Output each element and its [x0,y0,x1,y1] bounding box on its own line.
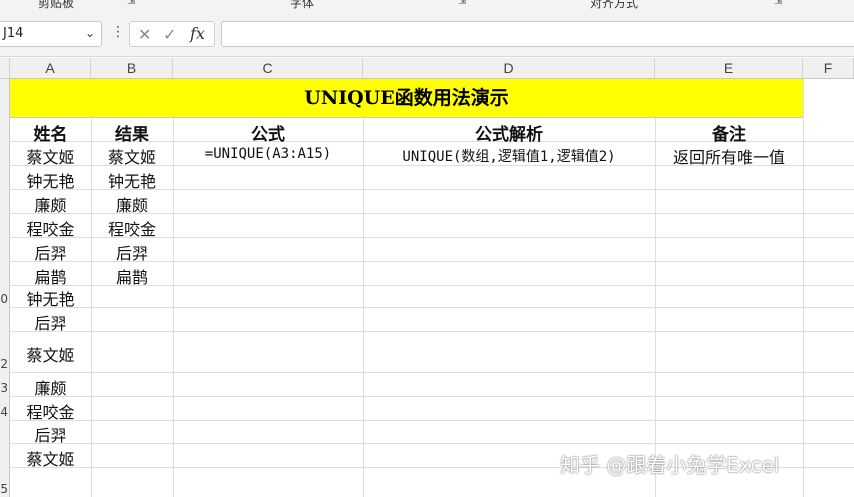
name-box-value: J14 [3,26,24,41]
ribbon: 剪贴板 ⇲ 字体 ⇲ 对齐方式 ⇲ [0,0,854,15]
gridline [10,420,854,421]
close-icon[interactable]: ✕ [138,25,151,44]
header-formula[interactable]: 公式 [173,120,363,145]
header-note[interactable]: 备注 [655,120,803,145]
more-options-icon[interactable]: ⋮ [111,24,125,40]
column-header-d[interactable]: D [363,58,655,79]
chevron-down-icon[interactable]: ⌄ [85,26,95,40]
gridline [10,307,854,308]
clipboard-launcher-icon[interactable]: ⇲ [127,0,135,7]
ribbon-group-font: 字体 [290,0,315,10]
row-header[interactable] [0,165,10,189]
gridline [10,117,803,118]
name-cell[interactable]: 钟无艳 [10,168,91,192]
name-cell[interactable]: 扁鹊 [10,264,91,288]
name-cell[interactable]: 蔡文姬 [10,446,91,470]
gridline [10,443,854,444]
name-cell[interactable]: 蔡文姬 [10,342,91,366]
gridline [10,396,854,397]
column-header-e[interactable]: E [655,58,803,79]
name-cell[interactable]: 廉颇 [10,192,91,216]
formula-cell[interactable]: =UNIQUE(A3:A15) [173,146,363,162]
row-header[interactable] [0,117,10,141]
result-cell[interactable]: 后羿 [91,240,173,264]
name-box[interactable]: J14 ⌄ [0,21,102,47]
header-analysis[interactable]: 公式解析 [363,120,655,145]
formula-buttons: ✕ ✓ fx [129,21,215,47]
name-cell[interactable]: 后羿 [10,310,91,334]
name-cell[interactable]: 后羿 [10,240,91,264]
name-cell[interactable]: 程咬金 [10,399,91,423]
name-cell[interactable]: 后羿 [10,422,91,446]
note-cell[interactable]: 返回所有唯一值 [655,144,803,168]
name-cell[interactable]: 蔡文姬 [10,144,91,168]
analysis-cell[interactable]: UNIQUE(数组,逻辑值1,逻辑值2) [363,146,655,166]
insert-function-button[interactable]: fx [190,24,205,43]
row-header[interactable]: 4 [0,396,10,420]
name-cell[interactable]: 程咬金 [10,216,91,240]
row-header[interactable] [0,79,10,117]
row-header[interactable] [0,307,10,331]
header-name[interactable]: 姓名 [10,120,91,145]
row-header[interactable]: 2 [0,331,10,372]
name-cell[interactable]: 廉颇 [10,375,91,399]
row-header[interactable]: 3 [0,372,10,396]
column-header-c[interactable]: C [173,58,363,79]
watermark: 知乎 @跟着小兔学Excel [560,453,780,477]
row-header[interactable] [0,213,10,237]
check-icon[interactable]: ✓ [163,25,176,44]
row-header[interactable] [0,237,10,261]
header-result[interactable]: 结果 [91,120,173,145]
gridline [10,372,854,373]
result-cell[interactable]: 扁鹊 [91,264,173,288]
column-header-a[interactable]: A [10,58,91,79]
row-header[interactable] [0,141,10,165]
column-header-b[interactable]: B [91,58,173,79]
result-cell[interactable]: 蔡文姬 [91,144,173,168]
row-header[interactable] [0,261,10,285]
result-cell[interactable]: 廉颇 [91,192,173,216]
result-cell[interactable]: 钟无艳 [91,168,173,192]
row-header[interactable]: 5 [0,420,10,497]
row-header[interactable] [0,189,10,213]
result-cell[interactable]: 程咬金 [91,216,173,240]
font-launcher-icon[interactable]: ⇲ [458,0,466,7]
row-header[interactable]: 0 [0,285,10,307]
ribbon-group-alignment: 对齐方式 [590,0,639,10]
formula-bar: J14 ⌄ ⋮ ✕ ✓ fx [0,14,854,57]
alignment-launcher-icon[interactable]: ⇲ [774,0,782,7]
column-header-f[interactable]: F [803,58,854,79]
name-cell[interactable]: 钟无艳 [10,286,91,310]
formula-input[interactable] [221,21,854,47]
gridline [10,331,854,332]
select-all-corner[interactable] [0,58,10,79]
sheet-title: UNIQUE函数用法演示 [304,87,509,109]
ribbon-group-clipboard: 剪贴板 [38,0,75,10]
